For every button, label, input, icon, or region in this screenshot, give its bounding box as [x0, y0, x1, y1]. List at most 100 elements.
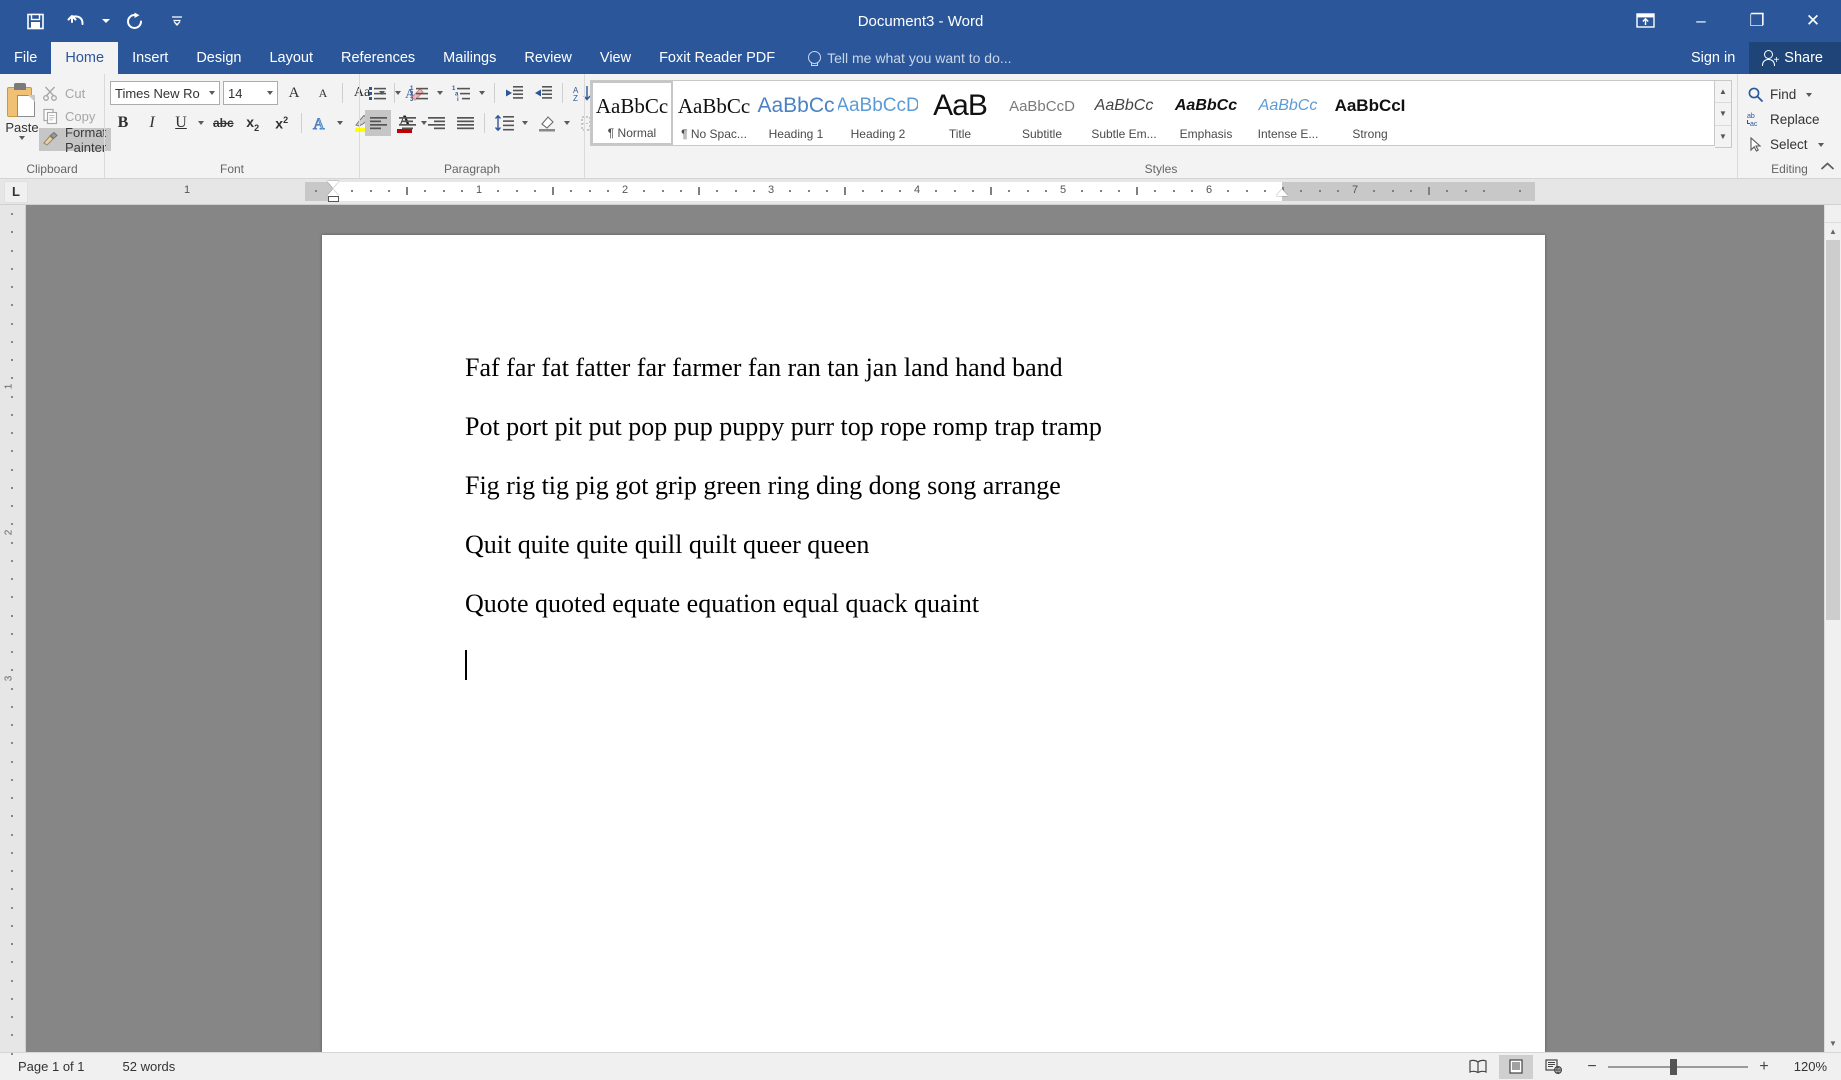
- tab-stop-selector[interactable]: L: [4, 180, 28, 203]
- zoom-in-button[interactable]: +: [1757, 1058, 1771, 1076]
- style-item-subtle-emphasis[interactable]: AaBbCc Subtle Em...: [1083, 81, 1165, 145]
- ribbon-display-options-button[interactable]: [1617, 0, 1673, 42]
- left-indent-marker[interactable]: [327, 196, 339, 202]
- increase-indent-button[interactable]: [530, 80, 556, 106]
- document-paragraph[interactable]: Quote quoted equate equation equal quack…: [465, 591, 1545, 617]
- word-count-status[interactable]: 52 words: [119, 1057, 180, 1076]
- tab-design[interactable]: Design: [182, 42, 255, 74]
- text-effects-split[interactable]: A: [308, 110, 347, 136]
- tab-view[interactable]: View: [586, 42, 645, 74]
- collapse-ribbon-button[interactable]: [1820, 160, 1835, 175]
- find-button[interactable]: Find: [1743, 82, 1816, 107]
- redo-button[interactable]: [114, 4, 156, 38]
- cut-button[interactable]: Cut: [39, 82, 111, 105]
- tab-insert[interactable]: Insert: [118, 42, 182, 74]
- style-item-heading-1[interactable]: AaBbCc Heading 1: [755, 81, 837, 145]
- line-spacing-button[interactable]: [491, 110, 518, 136]
- scroll-up-button[interactable]: ▲: [1825, 223, 1841, 240]
- scroll-track[interactable]: [1825, 240, 1841, 1035]
- undo-button[interactable]: [56, 4, 98, 38]
- font-size-combo[interactable]: 14: [223, 81, 278, 105]
- close-button[interactable]: ✕: [1785, 0, 1841, 42]
- chevron-down-icon[interactable]: [194, 110, 207, 136]
- grow-font-button[interactable]: A: [281, 80, 307, 106]
- chevron-down-icon[interactable]: [518, 110, 531, 136]
- document-paragraph[interactable]: Fig rig tig pig got grip green ring ding…: [465, 473, 1545, 499]
- chevron-down-icon[interactable]: [1806, 92, 1813, 97]
- read-mode-button[interactable]: [1461, 1055, 1495, 1079]
- align-center-button[interactable]: [394, 110, 420, 136]
- chevron-down-icon[interactable]: [391, 80, 404, 106]
- right-indent-marker[interactable]: [1276, 189, 1288, 196]
- text-cursor-line[interactable]: [465, 650, 1545, 681]
- minimize-button[interactable]: –: [1673, 0, 1729, 42]
- chevron-down-icon[interactable]: [204, 82, 219, 104]
- vertical-ruler[interactable]: 1 2 3: [0, 205, 26, 1055]
- font-name-combo[interactable]: Times New Ro: [110, 81, 220, 105]
- print-layout-button[interactable]: [1499, 1054, 1533, 1079]
- strikethrough-button[interactable]: abc: [210, 110, 237, 136]
- text-effects-button[interactable]: A: [308, 110, 334, 136]
- scroll-down-button[interactable]: ▼: [1825, 1035, 1841, 1052]
- shading-button[interactable]: [534, 110, 560, 136]
- numbering-split[interactable]: 1 2 3: [407, 80, 446, 106]
- first-line-indent-marker[interactable]: [327, 181, 339, 188]
- replace-button[interactable]: ab ac Replace: [1743, 107, 1824, 132]
- style-item-intense-emphasis[interactable]: AaBbCc Intense E...: [1247, 81, 1329, 145]
- tab-review[interactable]: Review: [510, 42, 586, 74]
- vertical-scrollbar[interactable]: ▲ ▼: [1824, 205, 1841, 1052]
- shading-split[interactable]: [534, 110, 573, 136]
- style-item-emphasis[interactable]: AaBbCc Emphasis: [1165, 81, 1247, 145]
- zoom-out-button[interactable]: −: [1585, 1058, 1599, 1076]
- bold-button[interactable]: B: [110, 110, 136, 136]
- align-right-button[interactable]: [423, 110, 449, 136]
- bullets-button[interactable]: [365, 80, 391, 106]
- style-item-heading-2[interactable]: AaBbCcD Heading 2: [837, 81, 919, 145]
- scroll-thumb[interactable]: [1826, 240, 1840, 620]
- style-item-no-spacing[interactable]: AaBbCc ¶ No Spac...: [673, 81, 755, 145]
- style-item-title[interactable]: AaB Title: [919, 81, 1001, 145]
- subscript-button[interactable]: x2: [240, 110, 266, 136]
- tab-file[interactable]: File: [0, 42, 52, 74]
- tab-home[interactable]: Home: [51, 42, 119, 74]
- underline-split[interactable]: U: [168, 110, 207, 136]
- tab-mailings[interactable]: Mailings: [429, 42, 510, 74]
- zoom-track[interactable]: [1608, 1058, 1748, 1075]
- document-scroll-area[interactable]: Faf far fat fatter far farmer fan ran ta…: [26, 205, 1841, 1052]
- style-item-subtitle[interactable]: AaBbCcD Subtitle: [1001, 81, 1083, 145]
- tab-references[interactable]: References: [327, 42, 429, 74]
- zoom-thumb[interactable]: [1670, 1058, 1677, 1075]
- styles-scroll-down-button[interactable]: ▼: [1715, 103, 1731, 126]
- style-item-normal[interactable]: AaBbCc ¶ Normal: [591, 81, 673, 145]
- document-paragraph[interactable]: Pot port pit put pop pup puppy purr top …: [465, 414, 1545, 440]
- paste-button[interactable]: Paste: [5, 80, 39, 140]
- line-spacing-split[interactable]: [491, 110, 531, 136]
- chevron-down-icon[interactable]: [433, 80, 446, 106]
- chevron-down-icon[interactable]: [1817, 142, 1824, 147]
- tab-foxit-reader-pdf[interactable]: Foxit Reader PDF: [645, 42, 789, 74]
- shrink-font-button[interactable]: A: [310, 80, 336, 106]
- chevron-down-icon[interactable]: [262, 82, 277, 104]
- style-item-strong[interactable]: AaBbCcI Strong: [1329, 81, 1411, 145]
- zoom-level-label[interactable]: 120%: [1785, 1059, 1827, 1074]
- page-number-status[interactable]: Page 1 of 1: [14, 1057, 89, 1076]
- document-paragraph[interactable]: Quit quite quite quill quilt queer queen: [465, 532, 1545, 558]
- chevron-down-icon[interactable]: [334, 110, 347, 136]
- sign-in-button[interactable]: Sign in: [1677, 42, 1749, 74]
- select-button[interactable]: Select: [1743, 132, 1828, 157]
- bullets-split[interactable]: [365, 80, 404, 106]
- align-left-button[interactable]: [365, 110, 391, 136]
- superscript-button[interactable]: x2: [269, 110, 295, 136]
- multilevel-list-button[interactable]: 1 a i: [449, 80, 475, 106]
- tell-me-search[interactable]: Tell me what you want to do...: [807, 42, 1012, 74]
- justify-button[interactable]: [452, 110, 478, 136]
- share-button[interactable]: + Share: [1749, 42, 1841, 74]
- italic-button[interactable]: I: [139, 110, 165, 136]
- multilevel-split[interactable]: 1 a i: [449, 80, 488, 106]
- decrease-indent-button[interactable]: [501, 80, 527, 106]
- document-page[interactable]: Faf far fat fatter far farmer fan ran ta…: [322, 235, 1545, 1052]
- document-body[interactable]: Faf far fat fatter far farmer fan ran ta…: [322, 235, 1545, 681]
- restore-button[interactable]: ❐: [1729, 0, 1785, 42]
- document-paragraph[interactable]: Faf far fat fatter far farmer fan ran ta…: [465, 355, 1545, 381]
- horizontal-ruler[interactable]: 1 1 2 3 4 5 6 7: [184, 181, 1535, 202]
